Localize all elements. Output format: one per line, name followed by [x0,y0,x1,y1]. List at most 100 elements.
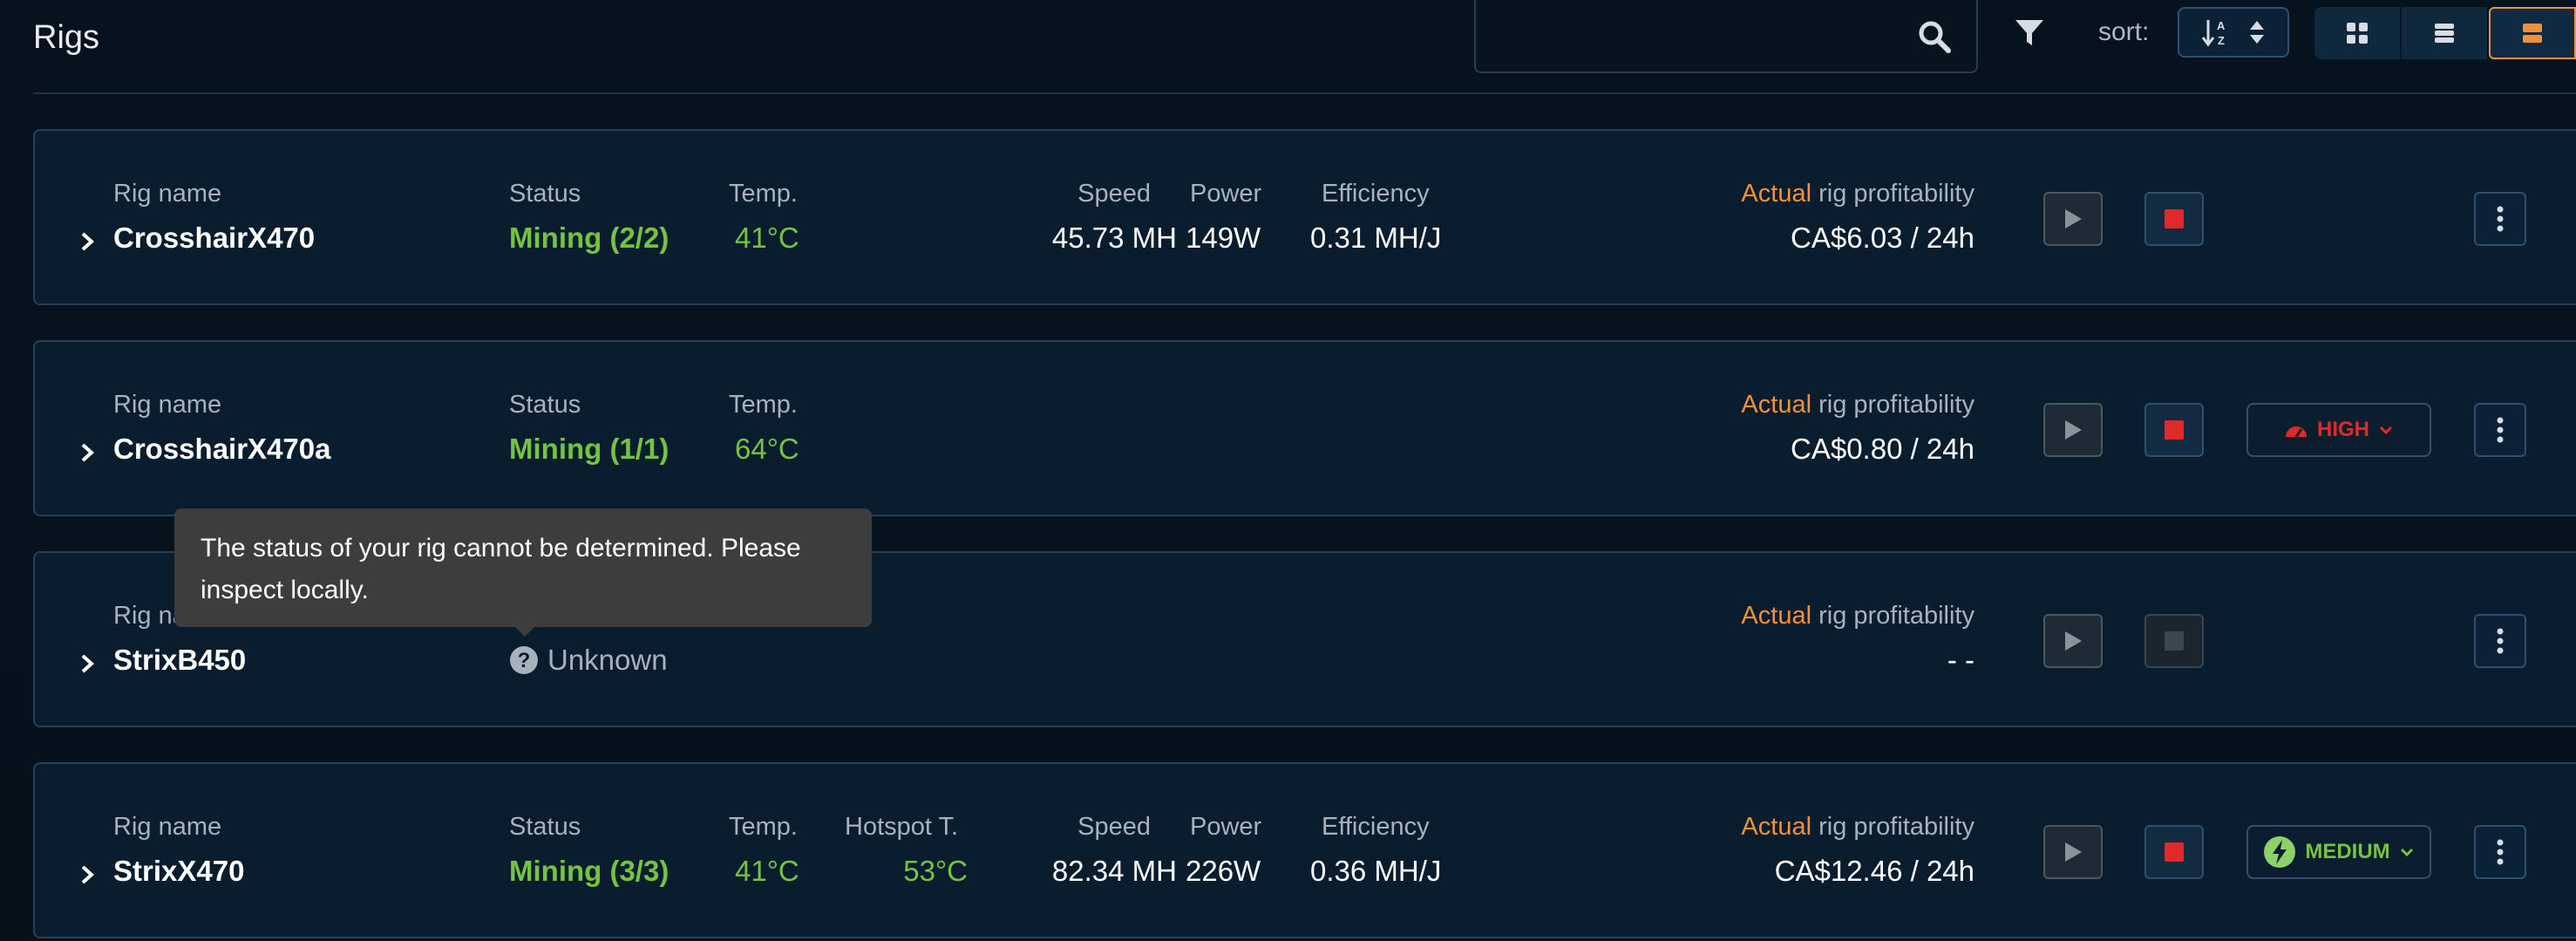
temp-value: 41°C [735,222,799,254]
rig-card[interactable]: Rig name StrixX470 Status Mining (3/3) T… [33,762,2576,938]
profitability-text: rig profitability [1811,180,1974,208]
chevron-down-icon [2379,426,2393,435]
lightning-icon [2264,836,2296,868]
status-tooltip: The status of your rig cannot be determi… [174,508,872,627]
question-circle-icon: ? [510,646,538,674]
filter-icon[interactable] [2014,17,2045,49]
hotspot-temp-value: 53°C [903,855,968,887]
tooltip-arrow [514,626,535,637]
svg-text:?: ? [518,649,531,672]
temp-label: Temp. [729,180,798,208]
detail-view-button[interactable] [2489,7,2576,59]
rig-name[interactable]: StrixX470 [113,855,244,888]
more-options-button[interactable] [2474,192,2526,246]
status-label: Status [509,391,581,419]
sort-label: sort: [2098,17,2150,46]
profitability-label: Actual rig profitability [1604,602,1974,631]
more-options-button[interactable] [2474,825,2526,879]
chevron-right-icon[interactable] [78,442,96,463]
power-label: Power [1190,813,1262,841]
search-icon[interactable] [1917,19,1952,54]
chevron-right-icon[interactable] [78,653,96,674]
speed-value: 82.34 MH [1051,855,1177,887]
search-box[interactable] [1474,0,1978,73]
list-view-button[interactable] [2402,7,2489,59]
profitability-text: rig profitability [1811,602,1974,630]
speed-label: Speed [1077,813,1151,841]
status-value[interactable]: ? Unknown [509,644,668,677]
rig-name-label: Rig name [113,813,222,841]
start-button[interactable] [2043,825,2103,879]
sort-alpha-icon: A Z [2201,19,2226,47]
sort-select[interactable]: A Z [2178,7,2289,58]
power-mode-dropdown[interactable]: MEDIUM [2246,825,2431,879]
rig-name[interactable]: CrosshairX470 [113,222,315,255]
stop-button[interactable] [2144,192,2204,246]
profitability-text: rig profitability [1811,813,1974,841]
rig-card[interactable]: Rig name CrosshairX470 Status Mining (2/… [33,129,2576,305]
status-value: Mining (2/2) [509,222,669,254]
status-value: Mining (3/3) [509,855,669,887]
search-input[interactable] [1488,10,1907,63]
rigs-page: Rigs sort: A Z Rig name CrosshairX470 St… [0,0,2576,941]
detail-view-icon [2523,24,2542,43]
rig-name-label: Rig name [113,180,222,208]
rig-card[interactable]: Rig name CrosshairX470a Status Mining (1… [33,340,2576,516]
profitability-label: Actual rig profitability [1604,813,1974,842]
svg-text:A: A [2217,19,2226,32]
power-mode-label: MEDIUM [2305,840,2390,863]
play-icon [2065,631,2082,651]
play-icon [2065,209,2082,228]
profitability-value: - - [1947,644,1974,676]
chevron-updown-icon [2250,21,2264,44]
actual-label: Actual [1741,180,1812,208]
svg-text:Z: Z [2218,34,2225,47]
rig-name[interactable]: CrosshairX470a [113,433,330,466]
temp-label: Temp. [729,391,798,419]
play-icon [2065,420,2082,440]
hotspot-temp-label: Hotspot T. [845,813,959,841]
chevron-right-icon[interactable] [78,231,96,252]
temp-value: 41°C [735,855,799,887]
actual-label: Actual [1741,602,1812,630]
play-icon [2065,842,2082,862]
power-value: 149W [1186,222,1261,254]
rig-name[interactable]: StrixB450 [113,644,246,677]
more-options-button[interactable] [2474,403,2526,457]
kebab-menu-icon [2497,839,2504,865]
status-label: Status [509,813,581,841]
profitability-value: CA$12.46 / 24h [1774,855,1974,887]
power-mode-dropdown[interactable]: HIGH [2246,403,2431,457]
stop-icon [2165,420,2184,440]
more-options-button[interactable] [2474,614,2526,668]
stop-button[interactable] [2144,614,2204,668]
chevron-right-icon[interactable] [78,864,96,885]
stop-button[interactable] [2144,403,2204,457]
power-value: 226W [1186,855,1261,887]
profitability-label: Actual rig profitability [1604,391,1974,419]
list-view-icon [2435,24,2454,43]
grid-view-icon [2347,23,2368,44]
speedometer-icon [2286,426,2307,438]
stop-button[interactable] [2144,825,2204,879]
power-mode-label: HIGH [2317,418,2369,441]
status-text: Unknown [547,644,668,676]
status-label: Status [509,180,581,208]
header-divider [33,92,2576,94]
stop-icon [2165,209,2184,228]
profitability-value: CA$0.80 / 24h [1791,433,1974,465]
chevron-down-icon [2400,848,2413,857]
kebab-menu-icon [2497,628,2504,654]
grid-view-button[interactable] [2314,7,2402,59]
kebab-menu-icon [2497,417,2504,443]
temp-label: Temp. [729,813,798,841]
start-button[interactable] [2043,403,2103,457]
efficiency-label: Efficiency [1322,180,1430,208]
actual-label: Actual [1741,813,1812,841]
start-button[interactable] [2043,614,2103,668]
page-title: Rigs [33,19,100,56]
kebab-menu-icon [2497,206,2504,232]
start-button[interactable] [2043,192,2103,246]
profitability-label: Actual rig profitability [1604,180,1974,208]
power-label: Power [1190,180,1262,208]
